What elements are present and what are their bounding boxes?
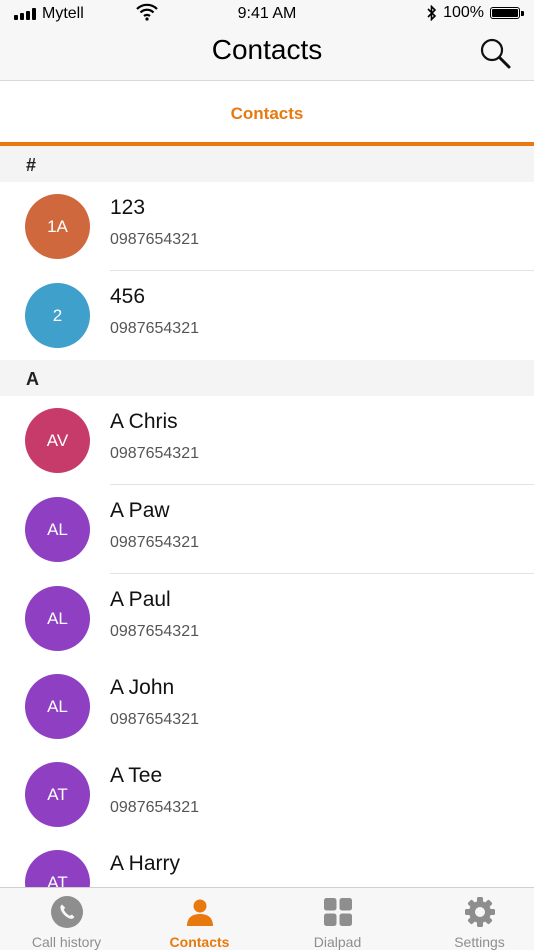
- page-title: Contacts: [211, 34, 323, 65]
- list-item[interactable]: AL A Paw 0987654321: [0, 485, 534, 574]
- tab-settings[interactable]: Settings: [413, 888, 534, 951]
- section-header-label: A: [26, 369, 39, 389]
- contact-phone: 0987654321: [110, 320, 199, 337]
- contact-phone: 0987654321: [110, 623, 199, 640]
- avatar: AL: [25, 497, 90, 562]
- list-item[interactable]: AT A Tee 0987654321: [0, 750, 534, 839]
- battery-icon: [490, 7, 524, 19]
- contact-name: 123: [110, 196, 146, 219]
- tab-dialpad[interactable]: Dialpad: [271, 888, 404, 951]
- search-icon: [480, 38, 511, 69]
- tab-bar: Call history Contacts Dialpad Settings: [0, 887, 534, 950]
- tab-label: Contacts: [169, 934, 230, 950]
- tab-call-history[interactable]: Call history: [0, 888, 133, 951]
- contact-phone: 0987654321: [110, 445, 199, 462]
- list-item[interactable]: AL A John 0987654321: [0, 662, 534, 751]
- person-icon: [186, 899, 213, 926]
- contact-phone: 0987654321: [110, 534, 199, 551]
- contact-name: 456: [110, 285, 146, 308]
- tab-contacts[interactable]: Contacts: [0, 104, 534, 124]
- nav-bar: Contacts: [0, 28, 534, 81]
- status-bar: Mytell 9:41 AM 100%: [0, 0, 534, 28]
- avatar: 1A: [25, 194, 90, 259]
- tab-label: Dialpad: [313, 934, 362, 950]
- section-header: #: [0, 146, 534, 182]
- bluetooth-icon: [427, 5, 437, 21]
- list-item[interactable]: AL A Paul 0987654321: [0, 574, 534, 663]
- contact-name: A Paw: [110, 499, 170, 522]
- avatar: AT: [25, 762, 90, 827]
- section-header: A: [0, 360, 534, 396]
- tab-contacts-bottom[interactable]: Contacts: [133, 888, 266, 951]
- contacts-tab-strip: Contacts: [0, 81, 534, 145]
- list-item[interactable]: AV A Chris 0987654321: [0, 396, 534, 485]
- contact-name: A Paul: [110, 588, 171, 611]
- avatar: AL: [25, 674, 90, 739]
- tab-label: Settings: [454, 934, 505, 950]
- list-item[interactable]: 2 456 0987654321: [0, 271, 534, 360]
- avatar: 2: [25, 283, 90, 348]
- contact-name: A Tee: [110, 764, 163, 787]
- contact-name: A Chris: [110, 410, 178, 433]
- search-button[interactable]: [478, 36, 512, 70]
- contact-name: A Harry: [110, 852, 181, 875]
- contact-phone: 0987654321: [110, 711, 199, 728]
- contact-phone: 0987654321: [110, 231, 199, 248]
- list-item[interactable]: 1A 123 0987654321: [0, 182, 534, 271]
- tab-label: Call history: [31, 934, 102, 950]
- contact-phone: 0987654321: [110, 799, 199, 816]
- phone-icon: [50, 896, 83, 928]
- gear-icon: [464, 897, 495, 927]
- avatar: AL: [25, 586, 90, 651]
- contact-name: A John: [110, 676, 175, 699]
- status-right-group: 100%: [427, 4, 524, 22]
- dialpad-icon: [323, 898, 352, 926]
- battery-percent: 100%: [443, 4, 484, 21]
- section-header-label: #: [26, 155, 37, 175]
- avatar: AV: [25, 408, 90, 473]
